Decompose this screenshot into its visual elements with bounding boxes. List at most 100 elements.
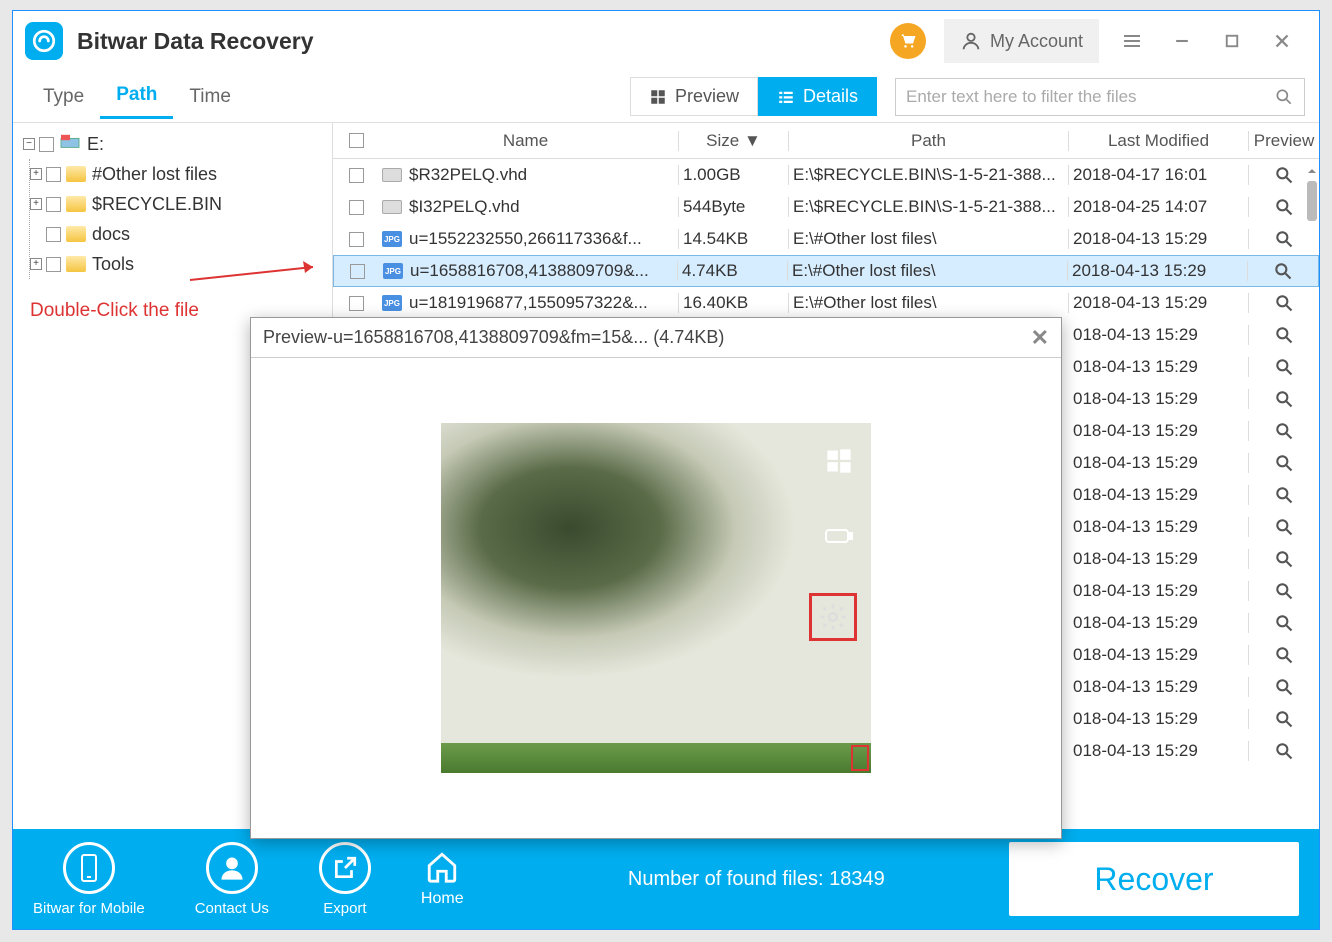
settings-icon	[809, 593, 857, 641]
cart-button[interactable]	[890, 23, 926, 59]
row-checkbox[interactable]	[349, 200, 364, 215]
preview-icon[interactable]	[1274, 229, 1294, 249]
popup-title: Preview-u=1658816708,4138809709&fm=15&..…	[263, 327, 724, 348]
scrollbar[interactable]	[1307, 163, 1317, 829]
tree-root-label: E:	[87, 134, 104, 155]
row-checkbox[interactable]	[349, 232, 364, 247]
annotation-arrow	[185, 255, 325, 285]
preview-icon[interactable]	[1274, 389, 1294, 409]
tree-node[interactable]: + $RECYCLE.BIN	[30, 189, 332, 219]
tab-path[interactable]: Path	[100, 74, 173, 119]
preview-icon[interactable]	[1274, 677, 1294, 697]
preview-icon[interactable]	[1274, 485, 1294, 505]
col-size[interactable]: Size ▼	[679, 131, 789, 151]
preview-icon[interactable]	[1274, 165, 1294, 185]
preview-taskbar	[441, 743, 871, 773]
titlebar: Bitwar Data Recovery My Account	[13, 11, 1319, 71]
search-icon[interactable]	[1274, 87, 1294, 107]
tree-label: Tools	[92, 254, 134, 275]
tree-root[interactable]: − E:	[23, 129, 332, 159]
preview-icon[interactable]	[1274, 741, 1294, 761]
cell-modified: 018-04-13 15:29	[1069, 421, 1249, 441]
view-details-button[interactable]: Details	[758, 77, 877, 116]
menu-button[interactable]	[1107, 19, 1157, 63]
tree-node[interactable]: +#Other lost files	[30, 159, 332, 189]
maximize-button[interactable]	[1207, 19, 1257, 63]
scroll-thumb[interactable]	[1307, 181, 1317, 221]
select-all-checkbox[interactable]	[349, 133, 364, 148]
cell-modified: 018-04-13 15:29	[1069, 549, 1249, 569]
app-title: Bitwar Data Recovery	[77, 28, 890, 55]
cell-modified: 2018-04-13 15:29	[1068, 261, 1248, 281]
col-modified[interactable]: Last Modified	[1069, 131, 1249, 151]
close-button[interactable]	[1257, 19, 1307, 63]
tree-checkbox[interactable]	[46, 167, 61, 182]
tabs-row: Type Path Time Preview Details	[13, 71, 1319, 123]
preview-icon[interactable]	[1274, 325, 1294, 345]
preview-icon[interactable]	[1274, 517, 1294, 537]
preview-icon[interactable]	[1274, 421, 1294, 441]
cell-path: E:\$RECYCLE.BIN\S-1-5-21-388...	[789, 197, 1069, 217]
tree-checkbox[interactable]	[46, 257, 61, 272]
cell-modified: 018-04-13 15:29	[1069, 517, 1249, 537]
tree-node[interactable]: docs	[30, 219, 332, 249]
preview-icon[interactable]	[1274, 549, 1294, 569]
export-button[interactable]: Export	[319, 842, 371, 917]
cell-name: u=1819196877,1550957322&...	[409, 293, 648, 313]
tab-type[interactable]: Type	[27, 76, 100, 118]
footer: Bitwar for Mobile Contact Us Export Home…	[13, 829, 1319, 929]
status-text: Number of found files: 18349	[504, 868, 1009, 891]
expand-icon[interactable]: +	[30, 258, 42, 270]
col-name[interactable]: Name	[373, 131, 679, 151]
account-button[interactable]: My Account	[944, 19, 1099, 63]
view-preview-button[interactable]: Preview	[630, 77, 758, 116]
bitwar-mobile-button[interactable]: Bitwar for Mobile	[33, 842, 145, 917]
file-row[interactable]: $R32PELQ.vhd1.00GBE:\$RECYCLE.BIN\S-1-5-…	[333, 159, 1319, 191]
preview-icon[interactable]	[1274, 197, 1294, 217]
tree-checkbox[interactable]	[39, 137, 54, 152]
col-path[interactable]: Path	[789, 131, 1069, 151]
file-row[interactable]: JPGu=1819196877,1550957322&...16.40KBE:\…	[333, 287, 1319, 319]
home-button[interactable]: Home	[421, 850, 464, 908]
search-input[interactable]	[906, 87, 1274, 107]
cell-modified: 018-04-13 15:29	[1069, 741, 1249, 761]
row-checkbox[interactable]	[349, 296, 364, 311]
tree-checkbox[interactable]	[46, 227, 61, 242]
tree-label: $RECYCLE.BIN	[92, 194, 222, 215]
minimize-button[interactable]	[1157, 19, 1207, 63]
cell-modified: 018-04-13 15:29	[1069, 581, 1249, 601]
contact-us-button[interactable]: Contact Us	[195, 842, 269, 917]
preview-icon[interactable]	[1274, 645, 1294, 665]
file-row[interactable]: JPGu=1552232550,266117336&f...14.54KBE:\…	[333, 223, 1319, 255]
preview-icon[interactable]	[1273, 261, 1293, 281]
tree-checkbox[interactable]	[46, 197, 61, 212]
folder-icon	[66, 226, 86, 242]
tab-time[interactable]: Time	[173, 76, 247, 118]
app-logo-icon	[25, 22, 63, 60]
tree-label: docs	[92, 224, 130, 245]
cell-modified: 018-04-13 15:29	[1069, 677, 1249, 697]
preview-icon[interactable]	[1274, 581, 1294, 601]
preview-icon[interactable]	[1274, 293, 1294, 313]
view-toggle: Preview Details	[630, 77, 877, 116]
scroll-up-icon[interactable]	[1307, 166, 1317, 176]
file-row[interactable]: $I32PELQ.vhd544ByteE:\$RECYCLE.BIN\S-1-5…	[333, 191, 1319, 223]
sort-icon: ▼	[744, 131, 761, 151]
row-checkbox[interactable]	[349, 168, 364, 183]
popup-header: Preview-u=1658816708,4138809709&fm=15&..…	[251, 318, 1061, 358]
expand-icon[interactable]: −	[23, 138, 35, 150]
preview-icon[interactable]	[1274, 709, 1294, 729]
preview-icon[interactable]	[1274, 613, 1294, 633]
cell-modified: 018-04-13 15:29	[1069, 709, 1249, 729]
preview-icon[interactable]	[1274, 453, 1294, 473]
search-box[interactable]	[895, 78, 1305, 116]
cell-modified: 2018-04-25 14:07	[1069, 197, 1249, 217]
expand-icon[interactable]: +	[30, 168, 42, 180]
expand-icon[interactable]: +	[30, 198, 42, 210]
recover-button[interactable]: Recover	[1009, 842, 1299, 916]
preview-icon[interactable]	[1274, 357, 1294, 377]
file-row[interactable]: JPGu=1658816708,4138809709&...4.74KBE:\#…	[333, 255, 1319, 287]
cell-size: 14.54KB	[679, 229, 789, 249]
row-checkbox[interactable]	[350, 264, 365, 279]
popup-close-button[interactable]: ✕	[1031, 325, 1049, 351]
